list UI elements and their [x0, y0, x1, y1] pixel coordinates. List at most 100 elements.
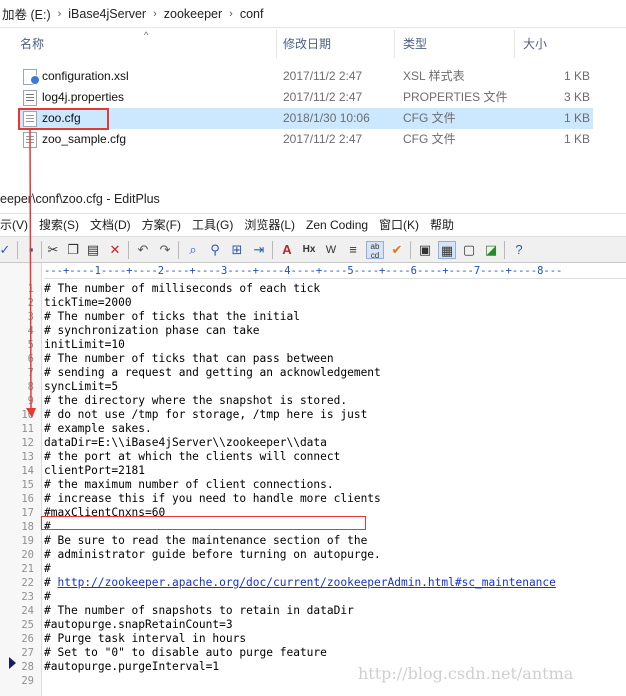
- word-wrap-icon[interactable]: W: [322, 241, 340, 259]
- chevron-right-icon[interactable]: ›: [229, 8, 233, 20]
- chevron-right-icon[interactable]: ›: [58, 8, 62, 20]
- code-line[interactable]: 15 # the maximum number of client connect…: [0, 478, 626, 492]
- code-line[interactable]: 21 #: [0, 562, 626, 576]
- menu-project[interactable]: 方案(F): [142, 216, 181, 233]
- file-type: PROPERTIES 文件: [403, 90, 508, 104]
- line-number: 26: [21, 633, 34, 645]
- code-line[interactable]: 8 syncLimit=5: [0, 380, 626, 394]
- goto-line-icon[interactable]: ⇥: [250, 241, 268, 259]
- watermark: http://blog.csdn.net/antma: [358, 664, 574, 683]
- code-line[interactable]: 7 # sending a request and getting an ackn…: [0, 366, 626, 380]
- line-number: 12: [21, 437, 34, 449]
- line-number: 18: [21, 521, 34, 533]
- code-line[interactable]: 13 # the port at which the clients will c…: [0, 450, 626, 464]
- copy-icon[interactable]: ❐: [64, 241, 82, 259]
- browser-icon[interactable]: ◪: [482, 241, 500, 259]
- line-number: 28: [21, 661, 34, 673]
- code-line[interactable]: 11 # example sakes.: [0, 422, 626, 436]
- code-line[interactable]: 9 # the directory where the snapshot is s…: [0, 394, 626, 408]
- code-line[interactable]: 1 # The number of milliseconds of each ti…: [0, 282, 626, 296]
- spell-check-icon[interactable]: ✓: [0, 241, 14, 259]
- code-line[interactable]: 14 clientPort=2181: [0, 464, 626, 478]
- menu-help[interactable]: 帮助: [430, 216, 454, 233]
- code-line[interactable]: 25 #autopurge.snapRetainCount=3: [0, 618, 626, 632]
- line-number: 6: [27, 353, 34, 365]
- replace-icon[interactable]: ⚲: [206, 241, 224, 259]
- breadcrumb-item[interactable]: zookeeper: [164, 7, 222, 21]
- code-text: # administrator guide before turning on …: [44, 548, 381, 561]
- code-line[interactable]: 22 # http://zookeeper.apache.org/doc/curr…: [0, 576, 626, 590]
- code-line[interactable]: 2 tickTime=2000: [0, 296, 626, 310]
- code-text: # The number of snapshots to retain in d…: [44, 604, 354, 617]
- code-line[interactable]: 3 # The number of ticks that the initial: [0, 310, 626, 324]
- preview-icon[interactable]: ▦: [438, 241, 456, 259]
- code-line[interactable]: 20 # administrator guide before turning o…: [0, 548, 626, 562]
- code-line[interactable]: 26 # Purge task interval in hours: [0, 632, 626, 646]
- code-text: #: [44, 590, 51, 603]
- code-line[interactable]: 27 # Set to "0" to disable auto purge fea…: [0, 646, 626, 660]
- html-toolbar-icon[interactable]: Hx: [300, 241, 318, 259]
- code-text: #: [44, 562, 51, 575]
- breadcrumb-item[interactable]: conf: [240, 7, 264, 21]
- code-editor[interactable]: ---+----1----+----2----+----3----+----4-…: [0, 263, 626, 696]
- code-link[interactable]: http://zookeeper.apache.org/doc/current/…: [57, 576, 555, 590]
- breadcrumb-item[interactable]: iBase4jServer: [68, 7, 146, 21]
- code-text: #autopurge.purgeInterval=1: [44, 660, 220, 673]
- column-header-date[interactable]: 修改日期: [277, 30, 395, 58]
- code-text: # Purge task interval in hours: [44, 632, 247, 645]
- code-line[interactable]: 12 dataDir=E:\\iBase4jServer\\zookeeper\\…: [0, 436, 626, 450]
- code-text: # sending a request and getting an ackno…: [44, 366, 381, 379]
- save-icon[interactable]: ▪: [22, 241, 40, 259]
- menu-browser[interactable]: 浏览器(L): [244, 216, 295, 233]
- code-text: # Be sure to read the maintenance sectio…: [44, 534, 368, 547]
- menu-search[interactable]: 搜索(S): [39, 216, 79, 233]
- code-line[interactable]: 19 # Be sure to read the maintenance sect…: [0, 534, 626, 548]
- cfg-file-icon: [23, 132, 37, 148]
- paste-icon[interactable]: ▤: [84, 241, 102, 259]
- menu-tools[interactable]: 工具(G): [192, 216, 233, 233]
- code-line[interactable]: 16 # increase this if you need to handle …: [0, 492, 626, 506]
- code-line[interactable]: 10 # do not use /tmp for storage, /tmp he…: [0, 408, 626, 422]
- file-row[interactable]: log4j.properties 2017/11/2 2:47 PROPERTI…: [18, 87, 593, 108]
- code-line[interactable]: 6 # The number of ticks that can pass bet…: [0, 352, 626, 366]
- properties-file-icon: [23, 90, 37, 106]
- undo-icon[interactable]: ↶: [134, 241, 152, 259]
- menu-window[interactable]: 窗口(K): [379, 216, 419, 233]
- file-row[interactable]: zoo_sample.cfg 2017/11/2 2:47 CFG 文件 1 K…: [18, 129, 593, 150]
- code-text: #: [44, 576, 58, 589]
- find-in-files-icon[interactable]: ⊞: [228, 241, 246, 259]
- redo-icon[interactable]: ↷: [156, 241, 174, 259]
- code-text: # The number of ticks that the initial: [44, 310, 300, 323]
- menu-zen-coding[interactable]: Zen Coding: [306, 218, 368, 232]
- find-icon[interactable]: ⌕: [184, 241, 202, 259]
- file-date: 2018/1/30 10:06: [283, 111, 370, 125]
- chevron-right-icon[interactable]: ›: [153, 8, 157, 20]
- screen-icon[interactable]: ▣: [416, 241, 434, 259]
- cut-icon[interactable]: ✂: [44, 241, 62, 259]
- file-explorer: 加卷 (E:) › iBase4jServer › zookeeper › co…: [0, 0, 626, 183]
- line-number: 3: [27, 311, 34, 323]
- column-header-size[interactable]: 大小: [515, 30, 595, 58]
- menu-view[interactable]: 示(V): [0, 216, 28, 233]
- spell-abc-icon[interactable]: ab cd: [366, 241, 384, 260]
- breadcrumb-item[interactable]: 加卷 (E:): [2, 4, 51, 23]
- file-row[interactable]: configuration.xsl 2017/11/2 2:47 XSL 样式表…: [18, 66, 593, 87]
- code-line[interactable]: 4 # synchronization phase can take: [0, 324, 626, 338]
- code-line[interactable]: 5 initLimit=10: [0, 338, 626, 352]
- menu-document[interactable]: 文档(D): [90, 216, 131, 233]
- file-type: CFG 文件: [403, 111, 456, 125]
- window-icon[interactable]: ▢: [460, 241, 478, 259]
- code-line[interactable]: 23 #: [0, 590, 626, 604]
- file-size: 1 KB: [563, 69, 590, 83]
- check-icon[interactable]: ✔: [388, 241, 406, 259]
- code-line[interactable]: 24 # The number of snapshots to retain in…: [0, 604, 626, 618]
- column-header-type[interactable]: 类型: [395, 30, 515, 58]
- code-text: # do not use /tmp for storage, /tmp here…: [44, 408, 368, 421]
- line-number: 14: [21, 465, 34, 477]
- delete-icon[interactable]: ✕: [106, 241, 124, 259]
- help-icon[interactable]: ?: [510, 241, 528, 259]
- column-header-name[interactable]: 名称: [0, 30, 277, 58]
- font-icon[interactable]: A: [278, 241, 296, 259]
- indent-icon[interactable]: ≡: [344, 241, 362, 259]
- file-size: 1 KB: [563, 132, 590, 146]
